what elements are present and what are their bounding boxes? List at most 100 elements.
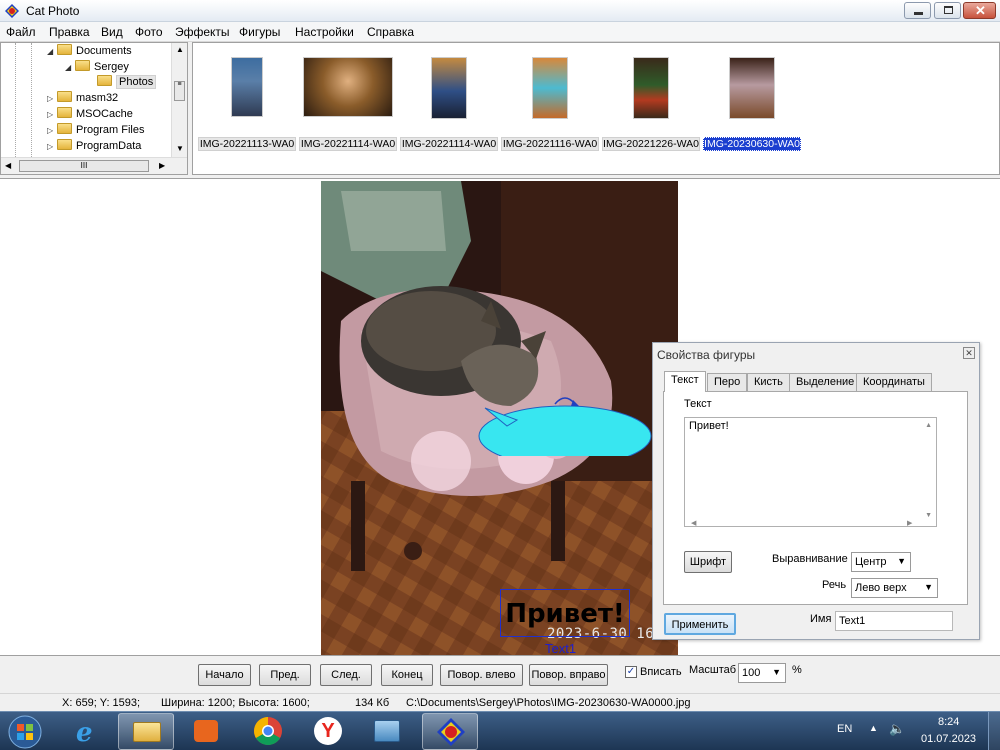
start-button[interactable]: [0, 713, 50, 750]
scroll-right-icon[interactable]: ▶: [907, 519, 912, 527]
thumbnail-selected[interactable]: IMG-20230630-WA0: [703, 51, 801, 151]
scroll-thumb[interactable]: III: [19, 160, 149, 172]
menu-effects[interactable]: Эффекты: [175, 25, 230, 39]
scale-select[interactable]: 100 ▼: [738, 663, 786, 683]
shape-text-input[interactable]: Привет! ▲ ▼ ◀ ▶: [684, 417, 937, 527]
rotate-right-button[interactable]: Повор. вправо: [529, 664, 608, 686]
scroll-left-icon[interactable]: ◀: [5, 161, 11, 170]
menu-photo[interactable]: Фото: [135, 25, 163, 39]
shape-name-input[interactable]: Text1: [835, 611, 953, 631]
minimize-button[interactable]: [904, 2, 931, 19]
menu-edit[interactable]: Правка: [49, 25, 90, 39]
thumbnail-image: [729, 57, 775, 119]
tree-item-documents[interactable]: ◢ Documents: [47, 44, 132, 59]
last-button[interactable]: Конец: [381, 664, 433, 686]
apply-button[interactable]: Применить: [664, 613, 736, 635]
taskbar-explorer[interactable]: [118, 713, 174, 750]
scale-label: Масштаб: [689, 664, 737, 676]
prev-button[interactable]: Пред.: [259, 664, 311, 686]
text-field-label: Текст: [684, 398, 712, 410]
expand-arrow-icon[interactable]: ▷: [47, 110, 57, 119]
show-hidden-icons-icon[interactable]: ▲: [869, 723, 878, 733]
next-button[interactable]: След.: [320, 664, 372, 686]
taskbar-media-player[interactable]: [178, 713, 234, 750]
scroll-right-icon[interactable]: ▶: [159, 161, 165, 170]
tree-horizontal-scrollbar[interactable]: ◀ III ▶: [1, 157, 187, 174]
windows-logo-icon: [8, 715, 42, 749]
speech-select[interactable]: Лево верх ▼: [851, 578, 938, 598]
folder-icon: [57, 107, 72, 118]
speech-bubble-text[interactable]: Привет!: [500, 589, 630, 637]
restore-button[interactable]: [934, 2, 961, 19]
tab-coordinates[interactable]: Координаты: [856, 373, 932, 391]
chrome-icon: [254, 717, 282, 745]
menu-bar: Файл Правка Вид Фото Эффекты Фигуры Наст…: [0, 22, 1000, 42]
thumbnail-image: [303, 57, 393, 117]
clock-time[interactable]: 8:24: [938, 716, 959, 728]
thumbnail[interactable]: IMG-20221226-WA0: [602, 51, 700, 151]
thumbnail-label: IMG-20221113-WA0: [198, 137, 296, 151]
taskbar-chrome[interactable]: [240, 713, 296, 750]
align-select[interactable]: Центр ▼: [851, 552, 911, 572]
menu-view[interactable]: Вид: [101, 25, 123, 39]
tree-item-sergey[interactable]: ◢ Sergey: [65, 60, 129, 75]
tree-vertical-scrollbar[interactable]: ▲ ≡ ▼: [171, 43, 187, 157]
minimize-icon: [914, 12, 923, 15]
scroll-thumb[interactable]: ≡: [174, 81, 185, 101]
restore-icon: [944, 6, 953, 14]
tab-pen[interactable]: Перо: [707, 373, 748, 391]
scroll-up-icon[interactable]: ▲: [925, 422, 932, 429]
thumbnail-label: IMG-20230630-WA0: [703, 137, 801, 151]
tab-selection[interactable]: Выделение: [789, 373, 862, 391]
percent-sign: %: [792, 664, 802, 676]
tree-item-msocache[interactable]: ▷ MSOCache: [47, 107, 133, 122]
tree-item-photos[interactable]: Photos: [97, 75, 157, 90]
thumbnail[interactable]: IMG-20221114-WA0: [400, 51, 498, 151]
clock-date[interactable]: 01.07.2023: [921, 733, 976, 745]
taskbar-internet-explorer[interactable]: e: [60, 713, 116, 750]
rotate-left-button[interactable]: Повор. влево: [440, 664, 523, 686]
tree-item-program-files[interactable]: ▷ Program Files: [47, 123, 144, 138]
expand-arrow-icon[interactable]: ▷: [47, 142, 57, 151]
status-filesize: 134 Кб: [355, 697, 390, 709]
tree-item-masm32[interactable]: ▷ masm32: [47, 91, 118, 106]
volume-icon[interactable]: 🔈: [889, 721, 905, 737]
speech-bubble-shape[interactable]: [477, 386, 657, 456]
close-icon[interactable]: ✕: [963, 347, 975, 359]
thumbnail[interactable]: IMG-20221116-WA0: [501, 51, 599, 151]
expand-arrow-icon[interactable]: ▷: [47, 126, 57, 135]
thumbnail-image: [231, 57, 263, 117]
first-button[interactable]: Начало: [198, 664, 251, 686]
scroll-up-icon[interactable]: ▲: [176, 45, 184, 54]
thumbnail[interactable]: IMG-20221113-WA0: [198, 51, 296, 151]
taskbar-cat-photo[interactable]: [422, 713, 478, 750]
fit-checkbox[interactable]: ✓: [625, 666, 637, 678]
close-button[interactable]: ✕: [963, 2, 996, 19]
font-button[interactable]: Шрифт: [684, 551, 732, 573]
tree-guide-line: [31, 43, 32, 157]
menu-settings[interactable]: Настройки: [295, 25, 354, 39]
thumbnail[interactable]: IMG-20221114-WA0: [299, 51, 397, 151]
menu-help[interactable]: Справка: [367, 25, 414, 39]
taskbar: e Y EN ▲ 🔈 8:24 01.07.2023: [0, 711, 1000, 750]
scroll-down-icon[interactable]: ▼: [176, 144, 184, 153]
menu-shapes[interactable]: Фигуры: [239, 25, 280, 39]
scroll-down-icon[interactable]: ▼: [925, 512, 932, 519]
collapse-arrow-icon[interactable]: ◢: [47, 47, 57, 56]
folder-tree[interactable]: ◢ Documents ◢ Sergey Photos ▷ masm32 ▷ MSOCa…: [0, 42, 188, 175]
status-coords: X: 659; Y: 1593;: [62, 697, 141, 709]
menu-file[interactable]: Файл: [6, 25, 36, 39]
tree-item-programdata[interactable]: ▷ ProgramData: [47, 139, 141, 154]
language-indicator[interactable]: EN: [837, 723, 852, 735]
taskbar-yandex[interactable]: Y: [300, 713, 356, 750]
expand-arrow-icon[interactable]: ▷: [47, 94, 57, 103]
status-bar: X: 659; Y: 1593; Ширина: 1200; Высота: 1…: [0, 693, 1000, 711]
tab-text[interactable]: Текст: [664, 371, 706, 392]
thumbnail-image: [431, 57, 467, 119]
collapse-arrow-icon[interactable]: ◢: [65, 63, 75, 72]
fit-label[interactable]: Вписать: [640, 666, 682, 678]
show-desktop-button[interactable]: [988, 712, 1000, 750]
taskbar-control-panel[interactable]: [360, 713, 416, 750]
tab-brush[interactable]: Кисть: [747, 373, 790, 391]
scroll-left-icon[interactable]: ◀: [691, 519, 696, 527]
